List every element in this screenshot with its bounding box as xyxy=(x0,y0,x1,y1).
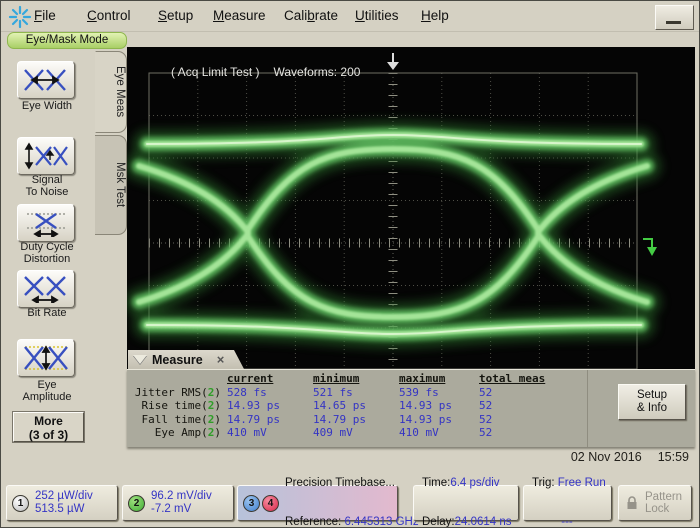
channel-1-button[interactable]: 1 252 µW/div513.5 µW xyxy=(6,485,118,521)
oscilloscope-window: File Control Setup Measure Calibrate Uti… xyxy=(0,0,700,528)
menu-bar: File Control Setup Measure Calibrate Uti… xyxy=(1,1,700,32)
col-total-meas: total meas xyxy=(473,372,559,386)
measure-panel-tab[interactable]: Measure × xyxy=(128,350,244,369)
table-row-rise-time: Rise time(2) 14.93 ps14.65 ps 14.93 ps52 xyxy=(129,399,559,413)
col-minimum: minimum xyxy=(307,372,393,386)
close-icon[interactable]: × xyxy=(217,352,225,367)
signal-to-noise-icon xyxy=(23,142,69,170)
timebase-button[interactable]: 3 4 Precision Timebase... Reference: 6.4… xyxy=(237,485,398,521)
measure-panel-title: Measure xyxy=(152,353,203,367)
menu-calibrate[interactable]: Calibrate xyxy=(284,8,338,23)
panel-divider xyxy=(587,370,588,447)
measure-panel: current minimum maximum total meas Jitte… xyxy=(127,369,695,447)
time-delay-button[interactable]: Time:6.4 ps/div Delay:24.0614 ns xyxy=(413,485,519,521)
channel-3-icon: 3 xyxy=(243,495,260,512)
eye-amplitude-icon xyxy=(23,344,69,372)
channel-2-icon: 2 xyxy=(128,495,145,512)
table-row-fall-time: Fall time(2) 14.79 ps14.79 ps 14.93 ps52 xyxy=(129,413,559,427)
table-row-jitter-rms: Jitter RMS(2) 528 fs521 fs 539 fs52 xyxy=(129,386,559,400)
agilent-spark-logo xyxy=(8,5,32,29)
eye-amplitude-label: EyeAmplitude xyxy=(1,380,93,403)
measurement-table: current minimum maximum total meas Jitte… xyxy=(129,372,559,440)
menu-setup[interactable]: Setup xyxy=(158,8,193,23)
mode-label: Eye/Mask Mode xyxy=(7,32,127,49)
waveform-display: ( Acq Limit Test ) Waveforms: 200 xyxy=(127,47,695,371)
col-maximum: maximum xyxy=(393,372,473,386)
tab-eye-meas[interactable]: Eye Meas xyxy=(95,51,127,133)
signal-to-noise-button[interactable] xyxy=(17,137,75,175)
more-button[interactable]: More(3 of 3) xyxy=(13,412,84,442)
lock-icon xyxy=(625,495,639,511)
eye-width-label: Eye Width xyxy=(1,101,93,113)
menu-utilities[interactable]: Utilities xyxy=(355,8,399,23)
acquisition-status: ( Acq Limit Test ) Waveforms: 200 xyxy=(151,51,374,93)
bit-rate-icon xyxy=(23,275,69,303)
menu-help[interactable]: Help xyxy=(421,8,449,23)
menu-control[interactable]: Control xyxy=(87,8,131,23)
setup-info-button[interactable]: Setup& Info xyxy=(618,384,686,420)
menu-file[interactable]: File xyxy=(34,8,56,23)
eye-amplitude-button[interactable] xyxy=(17,339,75,377)
time-text: 15:59 xyxy=(658,450,689,464)
channel-1-icon: 1 xyxy=(12,495,29,512)
tab-msk-test[interactable]: Msk Test xyxy=(95,135,127,235)
eye-width-button[interactable] xyxy=(17,61,75,99)
measurement-header-row: current minimum maximum total meas xyxy=(129,372,559,386)
menu-measure[interactable]: Measure xyxy=(213,8,266,23)
trigger-button[interactable]: Trig: Free Run --- xyxy=(523,485,612,521)
reference-level-marker xyxy=(643,239,657,256)
eye-width-icon xyxy=(23,66,69,94)
bit-rate-button[interactable] xyxy=(17,270,75,308)
channel-2-button[interactable]: 2 96.2 mV/div-7.2 mV xyxy=(122,485,234,521)
col-current: current xyxy=(221,372,307,386)
eye-diagram-graticule xyxy=(127,47,695,371)
waveform-count: Waveforms: 200 xyxy=(274,65,361,79)
signal-to-noise-label: SignalTo Noise xyxy=(1,175,93,198)
bit-rate-label: Bit Rate xyxy=(1,308,93,320)
duty-cycle-distortion-button[interactable] xyxy=(17,204,75,242)
collapse-triangle-icon[interactable] xyxy=(133,355,147,364)
table-row-eye-amp: Eye Amp(2) 410 mV409 mV 410 mV52 xyxy=(129,426,559,440)
duty-cycle-distortion-icon xyxy=(23,209,69,237)
acq-limit-label: ( Acq Limit Test ) xyxy=(171,65,259,79)
minimize-icon xyxy=(666,21,681,24)
minimize-button[interactable] xyxy=(655,5,694,30)
pattern-lock-button[interactable]: PatternLock xyxy=(618,485,692,521)
trigger-position-marker xyxy=(387,53,399,70)
duty-cycle-distortion-label: Duty CycleDistortion xyxy=(1,242,93,265)
channel-4-icon: 4 xyxy=(262,495,279,512)
eye-diagram-trace xyxy=(139,135,647,334)
